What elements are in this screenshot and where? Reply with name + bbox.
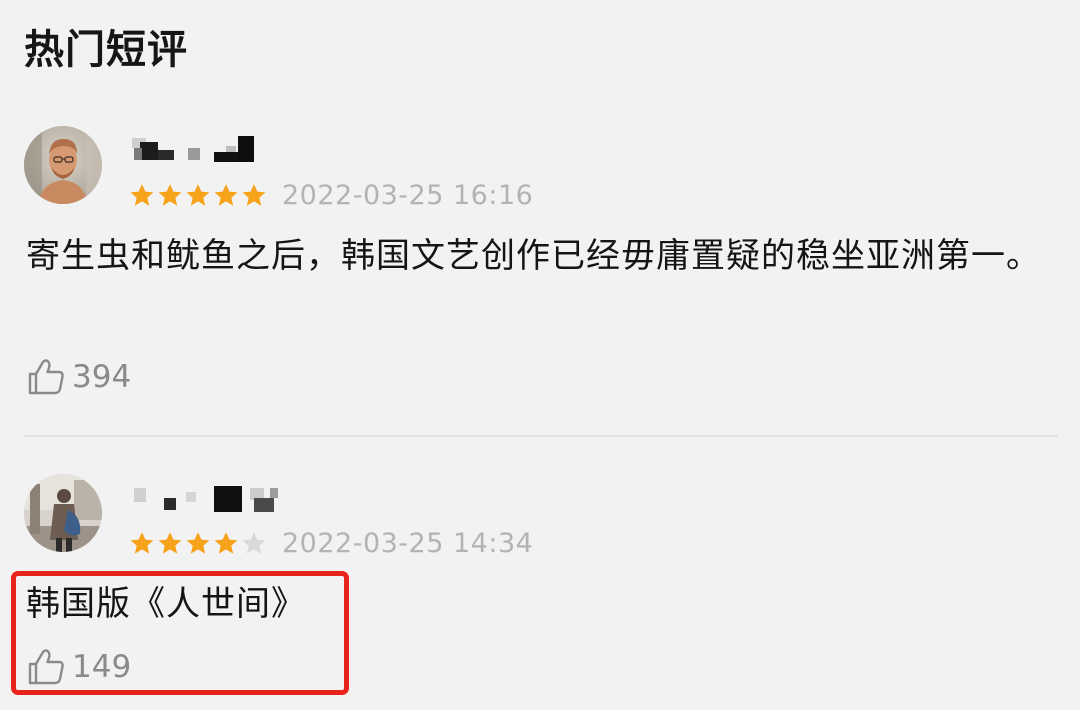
star-filled-icon	[184, 530, 212, 558]
avatar[interactable]	[24, 474, 102, 552]
star-filled-icon	[184, 182, 212, 210]
star-filled-icon	[128, 182, 156, 210]
rating-line: 2022-03-25 14:34	[128, 524, 533, 564]
star-filled-icon	[156, 182, 184, 210]
avatar[interactable]	[24, 126, 102, 204]
section-title: 热门短评	[24, 27, 188, 73]
review-timestamp: 2022-03-25 14:34	[282, 528, 534, 559]
star-filled-icon	[212, 530, 240, 558]
divider	[24, 435, 1058, 437]
rating-line: 2022-03-25 16:16	[128, 176, 533, 216]
star-rating	[128, 176, 268, 216]
star-filled-icon	[240, 182, 268, 210]
star-empty-icon	[240, 530, 268, 558]
username-redacted[interactable]	[130, 130, 300, 166]
star-filled-icon	[128, 530, 156, 558]
highlight-box	[11, 571, 349, 695]
username-redacted[interactable]	[130, 478, 300, 514]
review-text: 寄生虫和鱿鱼之后，韩国文艺创作已经毋庸置疑的稳坐亚洲第一。	[26, 236, 1041, 276]
star-filled-icon	[212, 182, 240, 210]
star-filled-icon	[156, 530, 184, 558]
like-button[interactable]: 394	[26, 355, 131, 399]
like-count: 394	[72, 359, 132, 395]
star-rating	[128, 524, 268, 564]
thumbs-up-icon[interactable]	[26, 357, 66, 397]
short-reviews-page: 热门短评 2022-03-25 16:16 寄生虫和鱿鱼之后，韩国文艺创作已经毋…	[0, 0, 1080, 710]
review-timestamp: 2022-03-25 16:16	[282, 180, 534, 211]
